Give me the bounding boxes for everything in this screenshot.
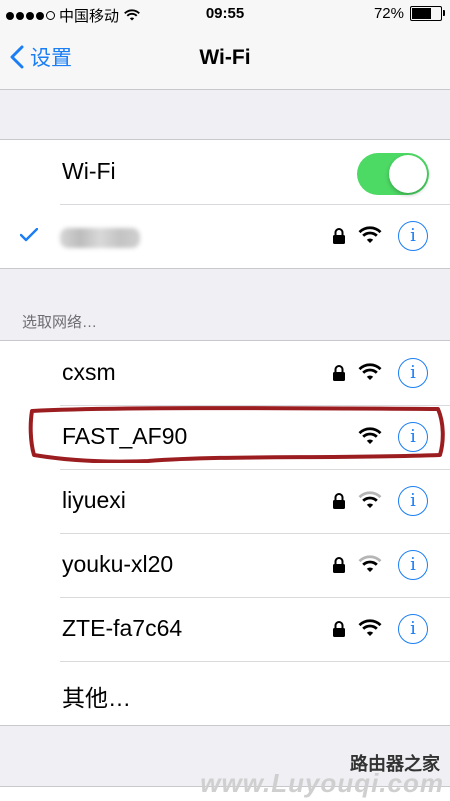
connected-network-row[interactable]: i bbox=[0, 204, 450, 268]
battery-percent: 72% bbox=[373, 5, 404, 22]
network-row-cxsm[interactable]: cxsm i bbox=[0, 341, 450, 405]
network-name: liyuexi bbox=[62, 487, 126, 513]
other-network-row[interactable]: 其他… bbox=[0, 661, 450, 725]
info-icon[interactable]: i bbox=[398, 221, 428, 251]
info-icon[interactable]: i bbox=[398, 614, 428, 644]
wifi-signal-icon bbox=[358, 363, 382, 380]
wifi-signal-icon bbox=[358, 491, 382, 508]
choose-network-header: 选取网络… bbox=[22, 314, 98, 331]
network-name: ZTE-fa7c64 bbox=[62, 615, 183, 641]
lock-icon bbox=[333, 493, 345, 509]
lock-icon bbox=[333, 621, 345, 637]
wifi-toggle-group: Wi-Fi i bbox=[0, 139, 450, 269]
network-name: youku-xl20 bbox=[62, 551, 174, 577]
wifi-signal-icon bbox=[358, 619, 382, 636]
lock-icon bbox=[333, 228, 345, 244]
network-row-zte-fa7c64[interactable]: ZTE-fa7c64 i bbox=[0, 597, 450, 661]
info-icon[interactable]: i bbox=[398, 358, 428, 388]
wifi-toggle-label: Wi-Fi bbox=[62, 158, 116, 184]
network-name: cxsm bbox=[62, 359, 116, 385]
lock-icon bbox=[333, 365, 345, 381]
info-icon[interactable]: i bbox=[398, 550, 428, 580]
network-list: cxsm i FAST_AF90 i liyuexi i youku-xl20 … bbox=[0, 340, 450, 726]
network-row-fast-af90[interactable]: FAST_AF90 i bbox=[0, 405, 450, 469]
blurred-network-name bbox=[60, 228, 140, 248]
watermark-url: www.Luyouqi.com bbox=[200, 768, 444, 798]
status-right: 72% bbox=[373, 5, 445, 22]
other-network-label: 其他… bbox=[62, 685, 131, 711]
network-row-youku-xl20[interactable]: youku-xl20 i bbox=[0, 533, 450, 597]
info-icon[interactable]: i bbox=[398, 486, 428, 516]
battery-icon bbox=[410, 6, 445, 21]
network-row-liyuexi[interactable]: liyuexi i bbox=[0, 469, 450, 533]
wifi-signal-icon bbox=[358, 555, 382, 572]
wifi-toggle-row: Wi-Fi bbox=[0, 140, 450, 204]
checkmark-icon bbox=[20, 228, 38, 242]
lock-icon bbox=[333, 557, 345, 573]
navigation-bar: 设置 Wi-Fi bbox=[0, 30, 450, 90]
wifi-signal-icon bbox=[358, 427, 382, 444]
network-name: FAST_AF90 bbox=[62, 423, 188, 449]
toggle-knob bbox=[389, 155, 427, 193]
page-title: Wi-Fi bbox=[199, 46, 251, 69]
wifi-signal-icon bbox=[358, 226, 382, 243]
wifi-toggle-switch[interactable] bbox=[357, 153, 429, 195]
info-icon[interactable]: i bbox=[398, 422, 428, 452]
status-bar: 中国移动 09:55 72% bbox=[0, 0, 450, 30]
